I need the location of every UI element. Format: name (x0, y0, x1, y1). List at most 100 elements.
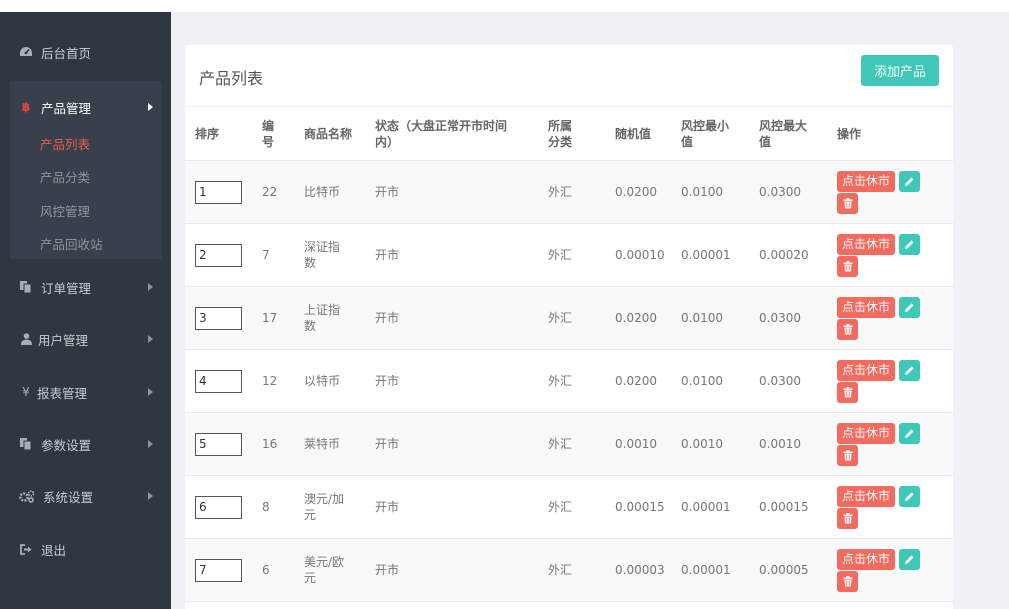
sidebar-item-system[interactable]: 系统设置 (0, 470, 171, 522)
random-value: 0.00015 (615, 500, 665, 514)
row-actions: 点击休市 (837, 485, 927, 529)
product-name: 澳元/加元 (304, 492, 345, 522)
delete-button[interactable] (837, 255, 858, 277)
chevron-right-icon (148, 103, 153, 111)
chevron-right-icon (148, 283, 153, 291)
edit-button[interactable] (899, 233, 921, 255)
edit-button[interactable] (899, 485, 921, 507)
sort-input[interactable] (195, 495, 242, 519)
risk-max-value: 0.00005 (759, 563, 809, 577)
chevron-right-icon (148, 440, 153, 448)
sidebar-item-params[interactable]: 参数设置 (0, 418, 171, 470)
edit-button[interactable] (899, 422, 921, 444)
chevron-right-icon (148, 335, 153, 343)
market-status: 开市 (375, 500, 400, 514)
pencil-icon (905, 491, 914, 501)
delete-button[interactable] (837, 192, 858, 214)
sidebar-item-users[interactable]: 用户管理 (0, 313, 171, 365)
sidebar-item-orders[interactable]: 订单管理 (0, 261, 171, 313)
sidebar-subitem-product-list[interactable]: 产品列表 (40, 134, 90, 153)
col-header-random: 随机值 (615, 126, 652, 141)
sort-input[interactable] (195, 306, 242, 330)
edit-button[interactable] (899, 359, 921, 381)
sidebar-item-dashboard[interactable]: 后台首页 (0, 26, 171, 78)
row-actions: 点击休市 (837, 296, 927, 340)
risk-min-value: 0.0100 (681, 374, 723, 388)
risk-max-value: 0.0300 (759, 374, 801, 388)
sort-input[interactable] (195, 243, 242, 267)
risk-max-value: 0.00020 (759, 248, 809, 262)
random-value: 0.00010 (615, 248, 665, 262)
sidebar-subitem-risk-control[interactable]: 风控管理 (40, 201, 90, 220)
product-id: 12 (262, 374, 278, 388)
sidebar-group-products: ฿ 产品管理 产品列表 产品分类 风控管理 产品回收站 (10, 81, 162, 259)
row-actions: 点击休市 (837, 548, 927, 592)
col-header-status: 状态（大盘正常开市时间内） (375, 118, 508, 149)
sidebar-subitem-recycle-bin[interactable]: 产品回收站 (40, 234, 103, 253)
product-id: 17 (262, 311, 278, 325)
sidebar-item-label: 退出 (41, 542, 67, 558)
trash-icon (843, 575, 852, 586)
trash-icon (843, 197, 852, 208)
chevron-right-icon (148, 388, 153, 396)
sidebar-item-label: 报表管理 (37, 385, 88, 401)
delete-button[interactable] (837, 444, 858, 466)
copy-icon (19, 280, 33, 294)
edit-button[interactable] (899, 170, 921, 192)
close-market-button[interactable]: 点击休市 (837, 359, 896, 381)
product-name: 上证指数 (304, 303, 341, 333)
bitcoin-icon: ฿ (21, 100, 31, 114)
random-value: 0.0200 (615, 374, 657, 388)
table-row: 22 比特币 开市 外汇 0.0200 0.0100 0.0300 点击休市 (185, 160, 953, 224)
edit-button[interactable] (899, 296, 921, 318)
table-row: 8 澳元/加元 开市 外汇 0.00015 0.00001 0.00015 点击… (185, 475, 953, 539)
close-market-button[interactable]: 点击休市 (837, 233, 896, 255)
sort-input[interactable] (195, 180, 242, 204)
delete-button[interactable] (837, 507, 858, 529)
random-value: 0.0200 (615, 311, 657, 325)
random-value: 0.0200 (615, 185, 657, 199)
risk-min-value: 0.00001 (681, 248, 731, 262)
row-actions: 点击休市 (837, 233, 927, 277)
product-id: 6 (262, 563, 270, 577)
risk-min-value: 0.0100 (681, 311, 723, 325)
close-market-button[interactable]: 点击休市 (837, 170, 896, 192)
product-name: 比特币 (304, 185, 341, 199)
row-actions: 点击休市 (837, 170, 927, 214)
table-row: 17 上证指数 开市 外汇 0.0200 0.0100 0.0300 点击休市 (185, 286, 953, 350)
col-header-actions: 操作 (837, 126, 862, 141)
edit-button[interactable] (899, 548, 921, 570)
trash-icon (843, 449, 852, 460)
col-header-risk-min: 风控最小值 (681, 118, 730, 149)
page-title: 产品列表 (199, 69, 264, 88)
sidebar-item-logout[interactable]: 退出 (0, 523, 171, 575)
col-header-sort: 排序 (195, 126, 220, 141)
risk-min-value: 0.0100 (681, 185, 723, 199)
random-value: 0.0010 (615, 437, 657, 451)
sidebar-item-reports[interactable]: ¥ 报表管理 (0, 366, 171, 418)
sort-input[interactable] (195, 369, 242, 393)
trash-icon (843, 260, 852, 271)
close-market-button[interactable]: 点击休市 (837, 422, 896, 444)
table-row: 12 以特币 开市 外汇 0.0200 0.0100 0.0300 点击休市 (185, 349, 953, 413)
close-market-button[interactable]: 点击休市 (837, 548, 896, 570)
close-market-button[interactable]: 点击休市 (837, 485, 896, 507)
sort-input[interactable] (195, 432, 242, 456)
delete-button[interactable] (837, 381, 858, 403)
product-category: 外汇 (548, 185, 573, 199)
sort-input[interactable] (195, 558, 242, 582)
pencil-icon (905, 365, 914, 375)
pencil-icon (905, 239, 914, 249)
add-product-button[interactable]: 添加产品 (861, 55, 939, 86)
delete-button[interactable] (837, 318, 858, 340)
sidebar-subitem-product-category[interactable]: 产品分类 (40, 167, 90, 186)
sidebar-item-label: 订单管理 (41, 280, 92, 296)
sidebar-item-label: 参数设置 (41, 437, 92, 453)
delete-button[interactable] (837, 570, 858, 592)
close-market-button[interactable]: 点击休市 (837, 296, 896, 318)
sidebar-item-label: 产品管理 (41, 100, 92, 116)
sidebar-item-label: 系统设置 (43, 489, 94, 505)
top-bar (0, 0, 1009, 12)
sidebar-item-products[interactable]: ฿ 产品管理 (0, 81, 171, 133)
pencil-icon (905, 176, 914, 186)
